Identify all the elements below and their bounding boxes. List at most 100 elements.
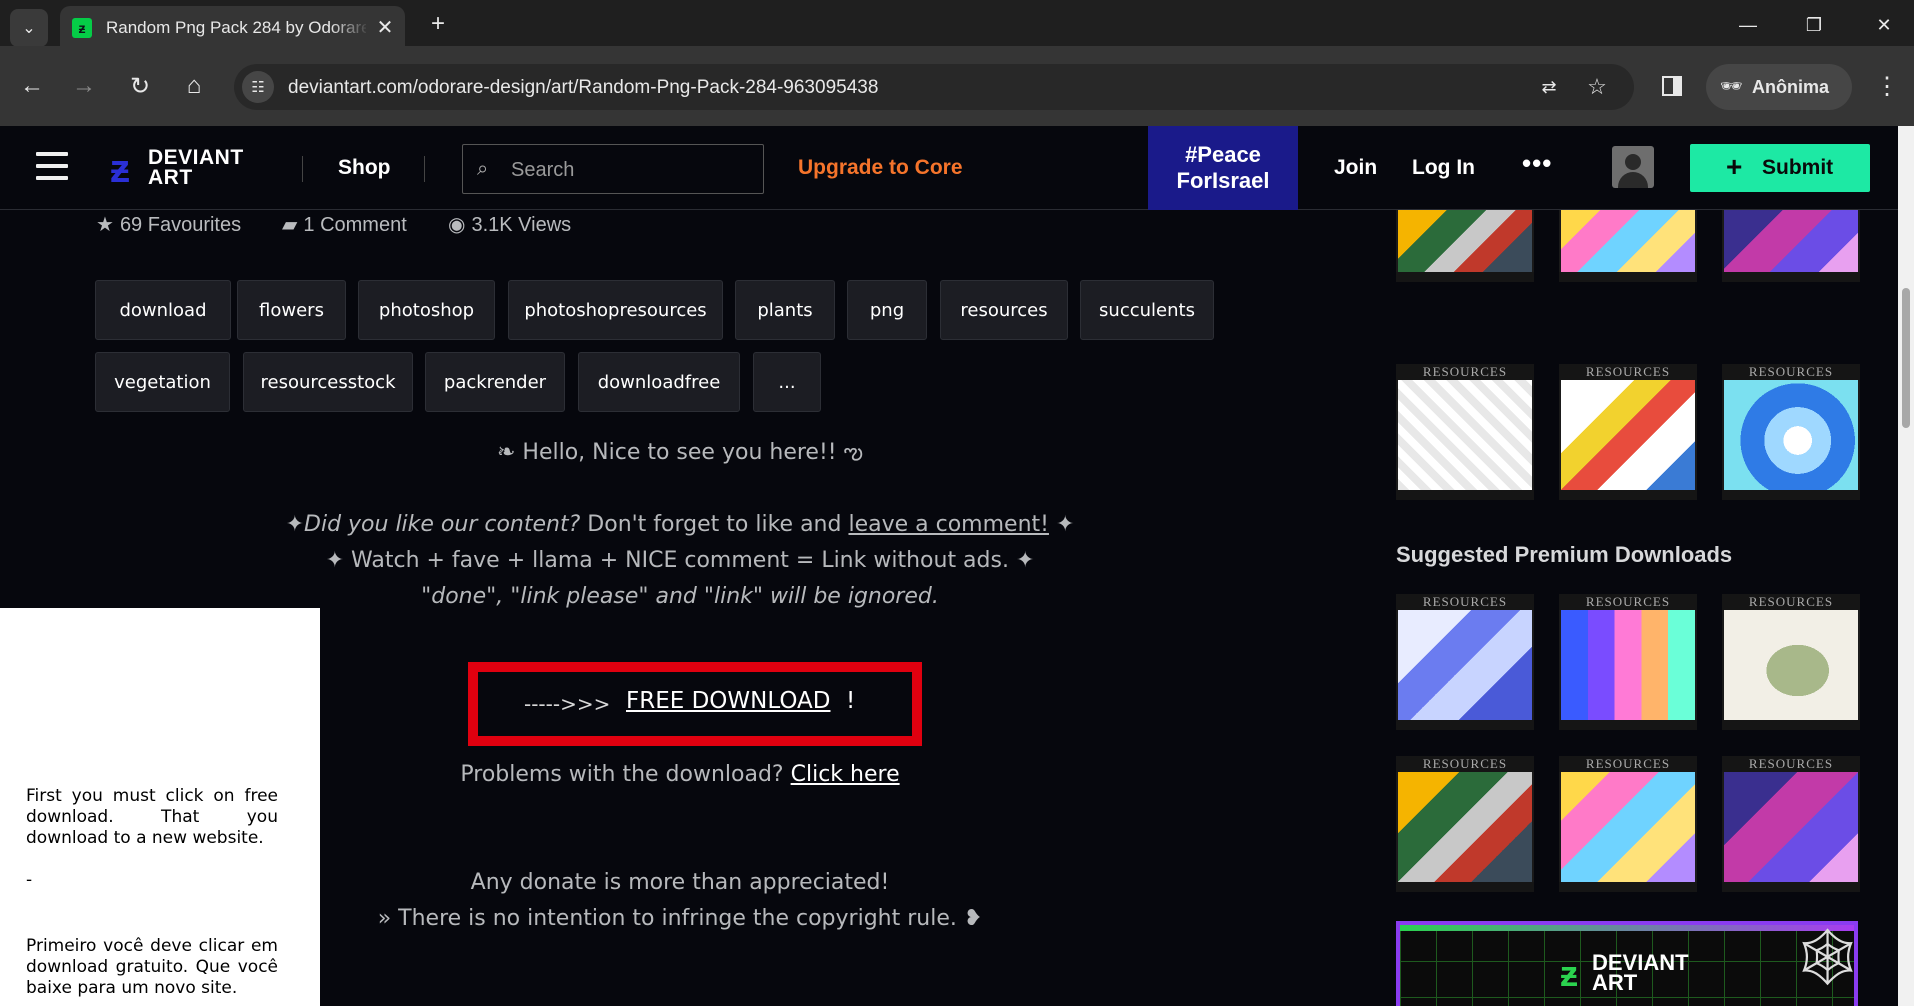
page-scrollbar[interactable] bbox=[1898, 126, 1914, 1006]
header-divider bbox=[302, 156, 303, 182]
bookmark-star-icon[interactable]: ☆ bbox=[1584, 74, 1610, 100]
side-panel-icon[interactable] bbox=[1656, 70, 1688, 102]
browser-tab-strip: ⌄ ƶ Random Png Pack 284 by Odorare ✕ + —… bbox=[0, 0, 1914, 47]
premium-thumbnail-2[interactable]: RESOURCES bbox=[1559, 594, 1697, 730]
deviantart-header: ƶ DEVIANT ART Shop ⌕ Upgrade to Core #Pe… bbox=[0, 126, 1898, 210]
browser-tab[interactable]: ƶ Random Png Pack 284 by Odorare ✕ bbox=[60, 6, 405, 46]
search-input[interactable] bbox=[511, 157, 751, 183]
thumbnail-resources-5[interactable]: RESOURCES bbox=[1559, 364, 1697, 500]
submit-label: Submit bbox=[1762, 156, 1834, 179]
thumbnail-resources-1[interactable] bbox=[1396, 210, 1534, 282]
profile-label: Anônima bbox=[1752, 77, 1830, 97]
greeting-text: ❧ Hello, Nice to see you here!! ఌ bbox=[496, 440, 863, 465]
thumbnail-resources-6[interactable]: RESOURCES bbox=[1722, 364, 1860, 500]
incognito-profile-button[interactable]: 🕶 Anônima bbox=[1706, 64, 1852, 110]
deviantart-promo-banner[interactable]: ƶ DEVIANT ART 🕸 bbox=[1396, 921, 1858, 1006]
peace-line1: #Peace bbox=[1185, 142, 1261, 167]
description-line1: ✦Did you like our content? Don't forget … bbox=[285, 512, 1075, 537]
comments-stat[interactable]: ▰ 1 Comment bbox=[282, 212, 407, 237]
scrollbar-thumb[interactable] bbox=[1902, 288, 1910, 428]
reload-icon[interactable]: ↻ bbox=[122, 68, 158, 104]
incognito-icon: 🕶 bbox=[1720, 76, 1743, 96]
premium-thumbnail-1[interactable]: RESOURCES bbox=[1396, 594, 1534, 730]
site-info-icon[interactable]: ☷ bbox=[242, 71, 274, 103]
spider-web-icon: 🕸 bbox=[1792, 925, 1858, 988]
tag-photoshop[interactable]: photoshop bbox=[358, 280, 495, 340]
banner-logo-mark-icon: ƶ bbox=[1560, 953, 1578, 994]
deviantart-favicon-icon: ƶ bbox=[72, 18, 92, 38]
tab-title: Random Png Pack 284 by Odorare bbox=[106, 18, 366, 37]
description-line2: ✦ Watch + fave + llama + NICE comment = … bbox=[325, 548, 1035, 573]
favourites-stat[interactable]: ★ 69 Favourites bbox=[96, 212, 241, 237]
thumbnail-resources-4[interactable]: RESOURCES bbox=[1396, 364, 1534, 500]
comment-icon: ▰ bbox=[282, 214, 298, 236]
window-minimize-icon[interactable]: — bbox=[1728, 8, 1768, 42]
tab-search-chevron-icon[interactable]: ⌄ bbox=[10, 9, 48, 47]
star-icon: ★ bbox=[96, 214, 114, 236]
logo-line1: DEVIANT bbox=[148, 146, 244, 169]
views-stat: ◉ 3.1K Views bbox=[448, 214, 572, 236]
upgrade-to-core-link[interactable]: Upgrade to Core bbox=[798, 156, 963, 180]
download-arrows: ----->>> bbox=[524, 692, 611, 716]
tag-photoshopresources[interactable]: photoshopresources bbox=[508, 280, 723, 340]
window-close-icon[interactable]: ✕ bbox=[1864, 8, 1904, 42]
leave-comment-link[interactable]: leave a comment! bbox=[848, 512, 1049, 537]
forward-arrow-icon[interactable]: → bbox=[66, 68, 102, 104]
popup-portuguese-text: Primeiro você deve clicar em download gr… bbox=[26, 936, 278, 998]
peace-for-israel-banner[interactable]: #Peace ForIsrael bbox=[1148, 126, 1298, 210]
shop-link[interactable]: Shop bbox=[338, 156, 391, 180]
peace-line2: ForIsrael bbox=[1176, 168, 1270, 193]
tag-vegetation[interactable]: vegetation bbox=[95, 352, 230, 412]
login-link[interactable]: Log In bbox=[1412, 156, 1475, 180]
tag-succulents[interactable]: succulents bbox=[1080, 280, 1214, 340]
deviantart-logo[interactable]: ƶ DEVIANT ART bbox=[110, 146, 270, 192]
page-content: ƶ DEVIANT ART Shop ⌕ Upgrade to Core #Pe… bbox=[0, 126, 1898, 1006]
tag-download[interactable]: download bbox=[95, 280, 231, 340]
suggested-premium-downloads-heading: Suggested Premium Downloads bbox=[1396, 542, 1733, 567]
window-restore-icon[interactable]: ❐ bbox=[1794, 8, 1834, 42]
download-exclamation: ! bbox=[846, 688, 856, 714]
header-divider bbox=[424, 156, 425, 182]
thumbnail-resources-2[interactable] bbox=[1559, 210, 1697, 282]
deviantart-logo-mark-icon: ƶ bbox=[110, 147, 130, 191]
home-icon[interactable]: ⌂ bbox=[176, 68, 212, 104]
join-link[interactable]: Join bbox=[1334, 156, 1377, 180]
free-download-link[interactable]: FREE DOWNLOAD bbox=[626, 688, 830, 714]
tag-flowers[interactable]: flowers bbox=[237, 280, 346, 340]
tag-resourcesstock[interactable]: resourcesstock bbox=[243, 352, 413, 412]
description-line3: "done", "link please" and "link" will be… bbox=[421, 584, 939, 609]
tag-plants[interactable]: plants bbox=[735, 280, 835, 340]
thumbnail-resources-3[interactable] bbox=[1722, 210, 1860, 282]
banner-logo: DEVIANT ART bbox=[1592, 950, 1689, 995]
tag-packrender[interactable]: packrender bbox=[425, 352, 565, 412]
submit-button[interactable]: + Submit bbox=[1690, 144, 1870, 192]
search-box[interactable]: ⌕ bbox=[462, 144, 764, 194]
free-download-box: ----->>> FREE DOWNLOAD ! bbox=[468, 662, 922, 746]
premium-thumbnail-3[interactable]: RESOURCES bbox=[1722, 594, 1860, 730]
tags-more-button[interactable]: ... bbox=[753, 352, 821, 412]
eye-icon: ◉ bbox=[448, 214, 466, 236]
address-bar[interactable]: ☷ deviantart.com/odorare-design/art/Rand… bbox=[234, 64, 1634, 110]
browser-toolbar: ← → ↻ ⌂ ☷ deviantart.com/odorare-design/… bbox=[0, 46, 1914, 126]
plus-icon: + bbox=[1726, 151, 1743, 182]
new-tab-plus-icon[interactable]: + bbox=[424, 10, 452, 38]
click-here-link[interactable]: Click here bbox=[791, 762, 900, 787]
translate-icon[interactable]: ⇄ bbox=[1536, 74, 1562, 100]
more-options-icon[interactable]: ••• bbox=[1522, 148, 1552, 179]
tab-title-fade bbox=[330, 14, 370, 40]
hamburger-menu-icon[interactable] bbox=[36, 152, 68, 182]
tag-png[interactable]: png bbox=[847, 280, 927, 340]
back-arrow-icon[interactable]: ← bbox=[14, 68, 50, 104]
tag-resources[interactable]: resources bbox=[940, 280, 1068, 340]
premium-thumbnail-6[interactable]: RESOURCES bbox=[1722, 756, 1860, 892]
browser-menu-icon[interactable]: ⋮ bbox=[1872, 70, 1902, 102]
premium-thumbnail-5[interactable]: RESOURCES bbox=[1559, 756, 1697, 892]
tag-downloadfree[interactable]: downloadfree bbox=[578, 352, 740, 412]
popup-english-text: First you must click on free download. T… bbox=[26, 786, 278, 848]
avatar[interactable] bbox=[1612, 146, 1654, 188]
url-text[interactable]: deviantart.com/odorare-design/art/Random… bbox=[288, 77, 878, 99]
instruction-popup: First you must click on free download. T… bbox=[0, 608, 320, 1006]
tab-close-icon[interactable]: ✕ bbox=[372, 14, 398, 40]
popup-dash: - bbox=[26, 870, 33, 890]
premium-thumbnail-4[interactable]: RESOURCES bbox=[1396, 756, 1534, 892]
